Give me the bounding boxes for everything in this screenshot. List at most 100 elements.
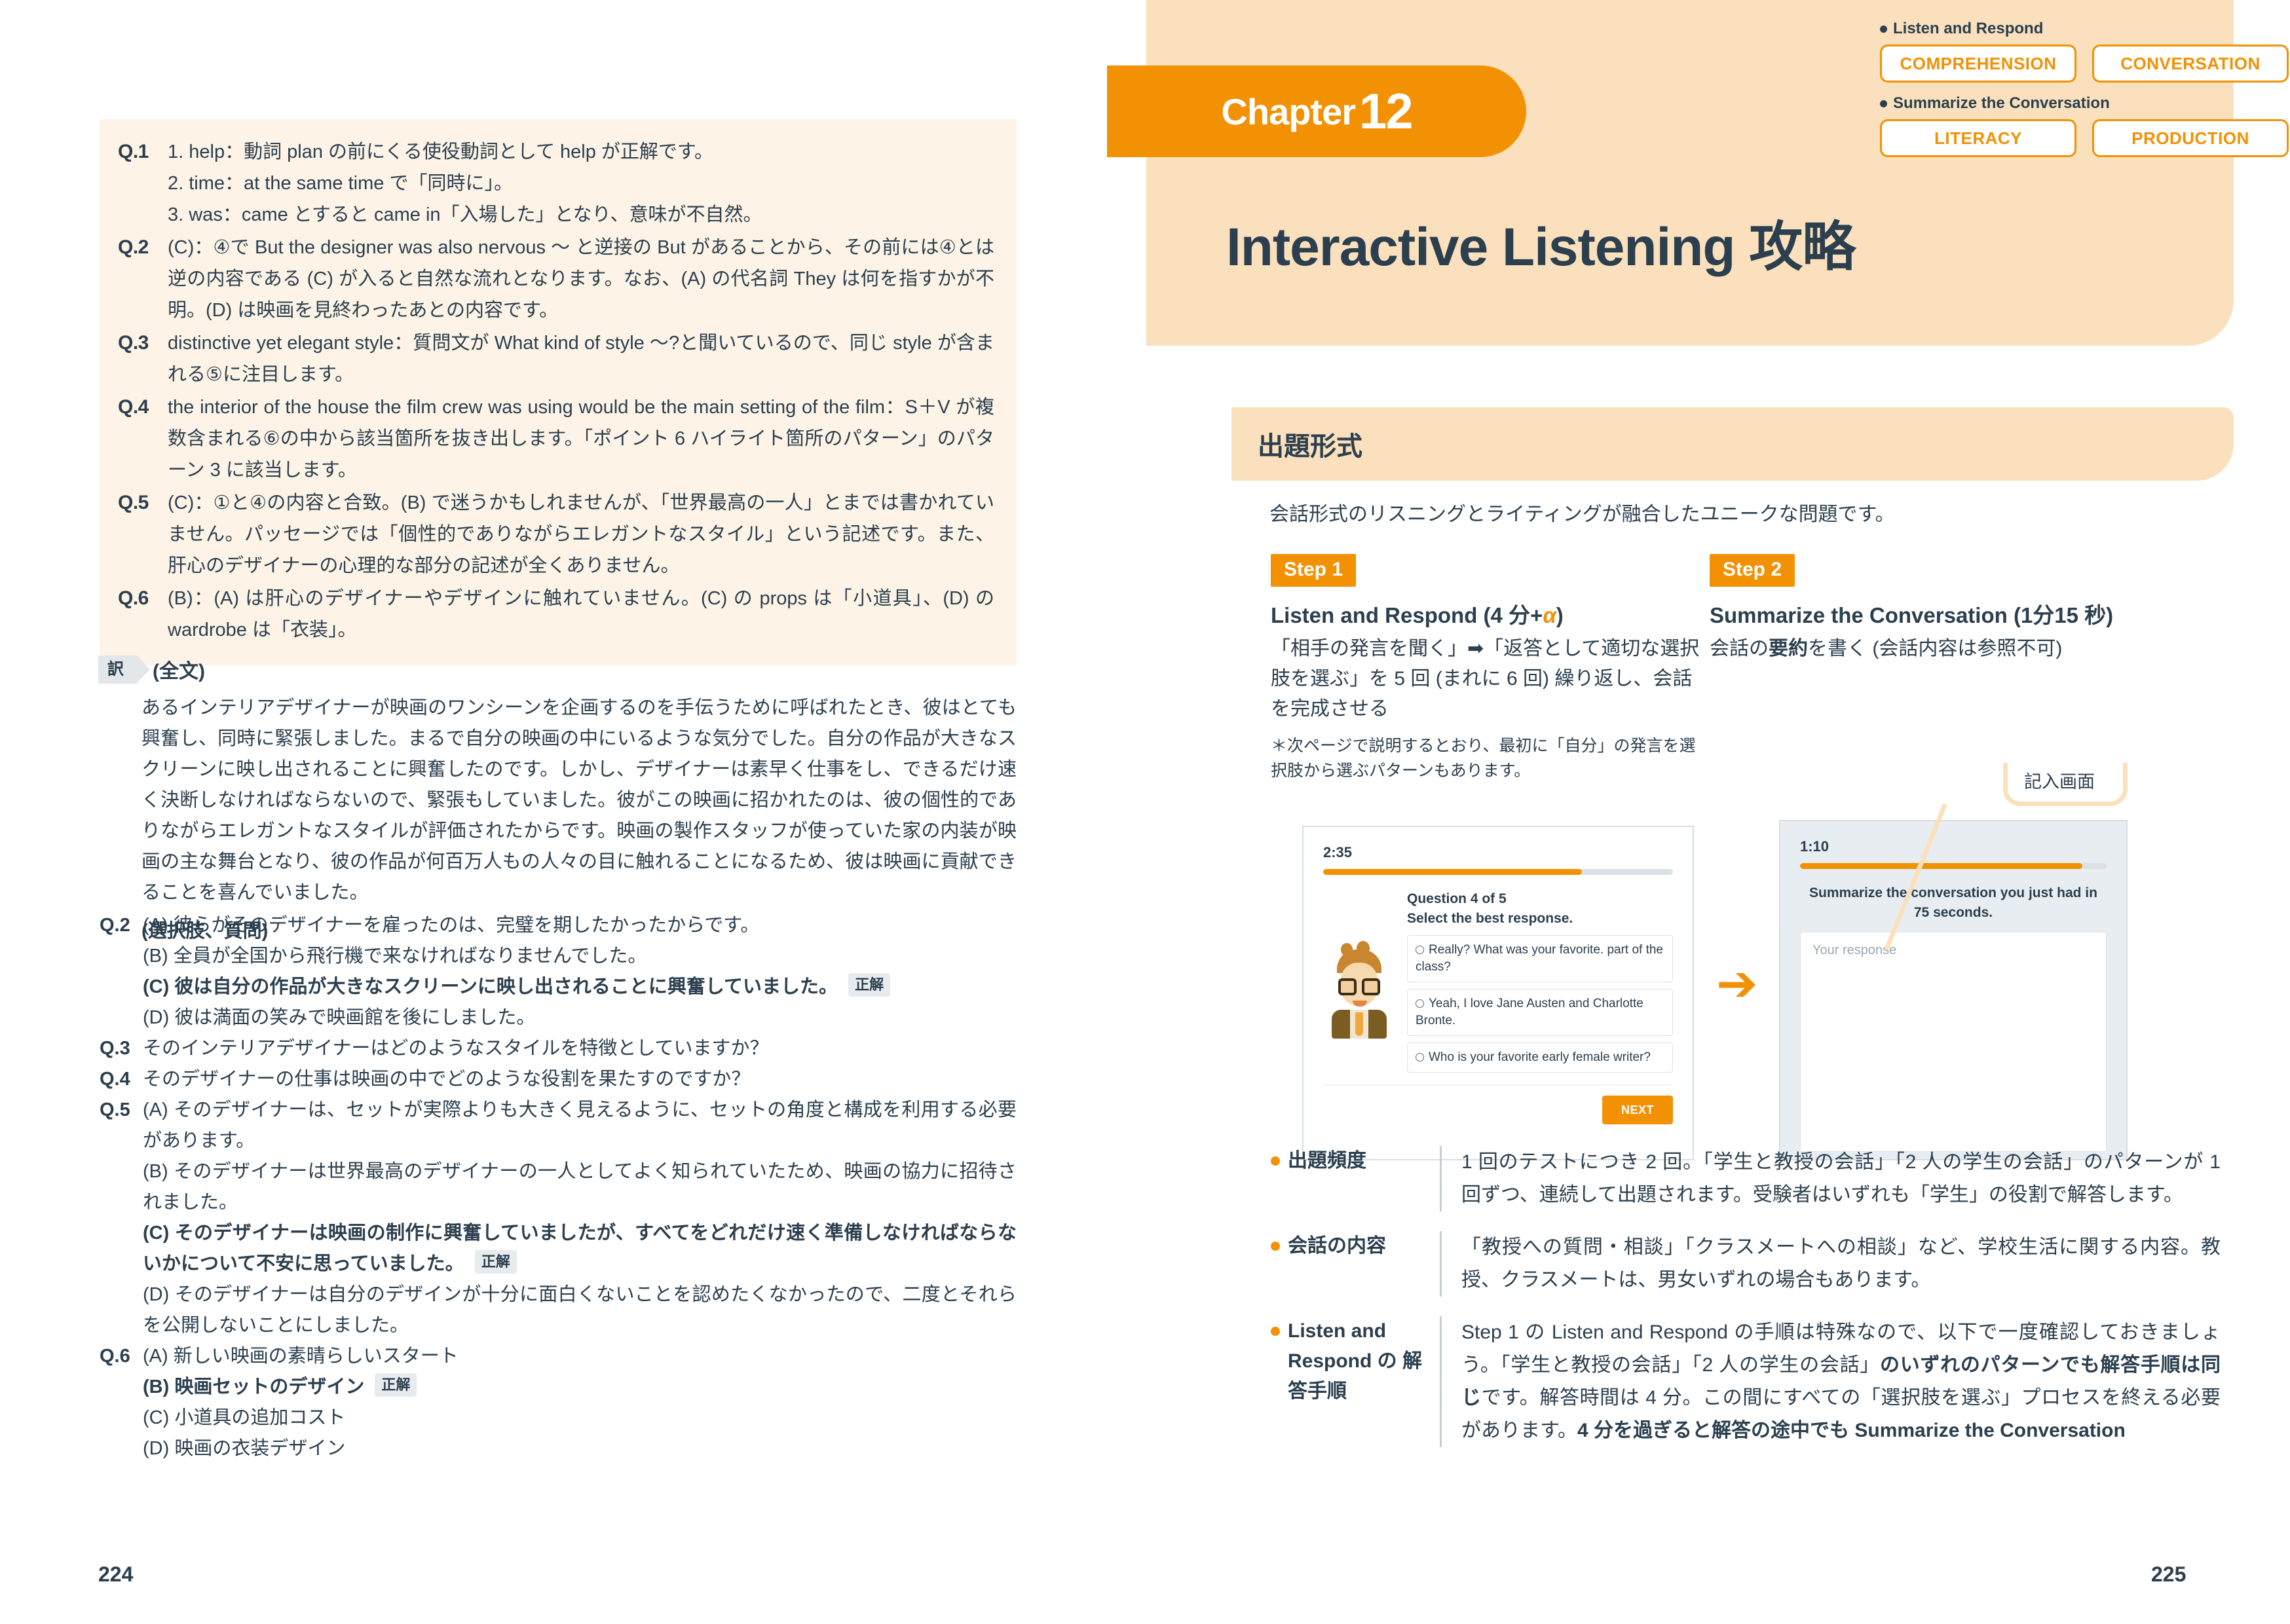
correct-badge: 正解: [474, 1250, 517, 1274]
choice-group-label: Q.6: [100, 1346, 130, 1367]
explanation-row: Q.1 1. help：動詞 plan の前にくる使役動詞として help が正…: [118, 136, 994, 231]
radio-icon[interactable]: [1416, 1053, 1424, 1061]
definition-description: Step 1 の Listen and Respond の手順は特殊なので、以下…: [1440, 1316, 2221, 1447]
skill-group-lead: Listen and Respond: [1880, 20, 2290, 38]
choice-tag: (A): [143, 1346, 168, 1367]
choice-tag: (B): [143, 1161, 168, 1182]
step-2-desc-pre: 会話の: [1710, 638, 1769, 659]
mock-right-progress-bar: [1800, 863, 2107, 869]
skill-chip-literacy: LITERACY: [1880, 119, 2076, 157]
choice-group-row: (B) そのデザイナーは世界最高のデザイナーの一人としてよく知られていたため、映…: [100, 1156, 1017, 1218]
skill-chip-production: PRODUCTION: [2092, 119, 2289, 157]
explanation-line: 1. help：動詞 plan の前にくる使役動詞として help が正解です。: [168, 141, 714, 162]
choice-text: そのデザイナーは映画の制作に興奮していましたが、すべてをどれだけ速く準備しなけれ…: [143, 1223, 1017, 1274]
skill-chip-row: LITERACY PRODUCTION: [1880, 119, 2290, 157]
choice-text: 彼は自分の作品が大きなスクリーンに映し出されることに興奮していました。: [174, 976, 838, 997]
definition-desc-bold-2: 4 分を過ぎると解答の途中でも Summarize the Conversati…: [1577, 1420, 2126, 1441]
response-textarea[interactable]: Your response: [1800, 932, 2107, 1152]
next-button[interactable]: NEXT: [1602, 1096, 1673, 1124]
choice-group-row: Q.5 (A) そのデザイナーは、セットが実際よりも大きく見えるように、セットの…: [100, 1095, 1017, 1156]
choice-text: そのデザイナーの仕事は映画の中でどのような役割を果たすのですか？: [143, 1069, 751, 1090]
step-1-note: ＊次ページで説明するとおり、最初に「自分」の発言を選択肢から選ぶパターンもありま…: [1271, 737, 1696, 780]
mock-left-question-line2: Select the best response.: [1407, 911, 1573, 926]
choice-group-row: (D) そのデザイナーは自分のデザインが十分に面白くないことを認めたくなかったの…: [100, 1280, 1017, 1341]
page-number-right: 225: [2151, 1562, 2187, 1586]
mock-option[interactable]: Really? What was your favorite. part of …: [1407, 935, 1673, 982]
explanation-text: (C)：④で But the designer was also nervous…: [168, 237, 994, 321]
definition-term-text: Listen and Respond の 解答手順: [1288, 1320, 1423, 1402]
choice-text: そのデザイナーは世界最高のデザイナーの一人としてよく知られていたため、映画の協力…: [143, 1161, 1017, 1213]
step-1-title-post: ): [1556, 603, 1564, 627]
explanation-text: (C)：①と④の内容と合致。(B) で迷うかもしれませんが、「世界最高の一人」と…: [168, 492, 994, 576]
translation-title: (全文): [153, 661, 205, 682]
step-2-desc-bold: 要約: [1769, 638, 1808, 659]
step-1-title-pre: Listen and Respond (4 分+: [1271, 603, 1543, 627]
choice-group-label: Q.2: [100, 915, 130, 936]
translation-body: あるインテリアデザイナーが映画のワンシーンを企画するのを手伝うために呼ばれたとき…: [141, 693, 1017, 947]
correct-badge: 正解: [848, 973, 891, 997]
question-label: Q.2: [118, 236, 149, 258]
mock-option[interactable]: Yeah, I love Jane Austen and Charlotte B…: [1407, 989, 1673, 1036]
explanation-box: Q.1 1. help：動詞 plan の前にくる使役動詞として help が正…: [100, 119, 1017, 665]
translation-header: 訳 (全文): [98, 655, 205, 684]
avatar-wrap: [1323, 889, 1395, 1073]
mock-option[interactable]: Who is your favorite early female writer…: [1407, 1043, 1673, 1073]
left-page: Q.1 1. help：動詞 plan の前にくる使役動詞として help が正…: [0, 0, 1114, 1624]
choice-item: (C) そのデザイナーは映画の制作に興奮していましたが、すべてをどれだけ速く準備…: [143, 1218, 1017, 1280]
flow-arrow-icon: ➔: [1716, 956, 1758, 1012]
choice-tag: (A): [143, 915, 168, 936]
definition-description: 「教授への質問・相談」「クラスメートへの相談」など、学校生活に関する内容。教授、…: [1440, 1231, 2221, 1297]
question-label: Q.6: [118, 587, 149, 609]
skill-chip-comprehension: COMPREHENSION: [1880, 45, 2076, 83]
choice-text: そのデザイナーは、セットが実際よりも大きく見えるように、セットの角度と構成を利用…: [143, 1099, 1017, 1151]
mock-left-question-line1: Question 4 of 5: [1407, 891, 1507, 906]
definition-row: Listen and Respond の 解答手順 Step 1 の Liste…: [1271, 1316, 2221, 1447]
choice-tag: (D): [143, 1007, 170, 1028]
choice-group-row: Q.6 (A) 新しい映画の素晴らしいスタート: [100, 1341, 1017, 1372]
skill-chip-conversation: CONVERSATION: [2092, 45, 2289, 83]
choice-item: (B) 映画セットのデザイン 正解: [143, 1372, 1017, 1403]
skill-matrix: Listen and Respond COMPREHENSION CONVERS…: [1880, 20, 2290, 169]
step-1-description: 「相手の発言を聞く」➡「返答として適切な選択肢を選ぶ」を 5 回 (まれに 6 …: [1271, 638, 1700, 720]
definition-table: 出題頻度 1 回のテストにつき 2 回。「学生と教授の会話」「2 人の学生の会話…: [1271, 1146, 2221, 1467]
definition-term: Listen and Respond の 解答手順: [1271, 1316, 1440, 1447]
explanation-line: 2. time：at the same time で「同時に」。: [168, 173, 513, 194]
definition-row: 会話の内容 「教授への質問・相談」「クラスメートへの相談」など、学校生活に関する…: [1271, 1231, 2221, 1297]
choice-text: 彼らがそのデザイナーを雇ったのは、完璧を期したかったからです。: [173, 915, 760, 936]
choice-tag: (A): [143, 1099, 168, 1120]
choice-tag: (B): [143, 946, 168, 967]
choice-group-row: (C) そのデザイナーは映画の制作に興奮していましたが、すべてをどれだけ速く準備…: [100, 1218, 1017, 1280]
choice-text: 新しい映画の素晴らしいスタート: [173, 1346, 459, 1367]
choice-tag: (D): [143, 1438, 170, 1459]
choice-item: (D) 彼は満面の笑みで映画館を後にしました。: [143, 1003, 1017, 1033]
choice-group-row: (B) 映画セットのデザイン 正解: [100, 1372, 1017, 1403]
question-label: Q.5: [118, 492, 149, 513]
skill-group-label: Listen and Respond: [1893, 20, 2044, 37]
translation-tag: 訳: [98, 655, 151, 684]
mock-option-text: Really? What was your favorite. part of …: [1416, 943, 1663, 974]
explanation-row: Q.2 (C)：④で But the designer was also ner…: [118, 232, 994, 326]
explanation-text: (B)：(A) は肝心のデザイナーやデザインに触れていません。(C) の pro…: [168, 588, 994, 640]
choice-item: (B) そのデザイナーは世界最高のデザイナーの一人としてよく知られていたため、映…: [143, 1156, 1017, 1218]
mock-left-content: Question 4 of 5 Select the best response…: [1323, 889, 1673, 1073]
radio-icon[interactable]: [1416, 999, 1424, 1008]
question-label: Q.4: [118, 396, 149, 418]
student-avatar-icon: [1328, 941, 1391, 1039]
page-number-left: 224: [98, 1562, 134, 1586]
callout-label: 記入画面: [2024, 772, 2095, 792]
choice-tag: (D): [143, 1284, 170, 1305]
choice-group-label: Q.4: [100, 1069, 130, 1090]
radio-icon[interactable]: [1416, 946, 1424, 954]
bullet-dot-icon: [1271, 1242, 1280, 1251]
bullet-dot-icon: [1271, 1327, 1280, 1336]
explanation-row: Q.5 (C)：①と④の内容と合致。(B) で迷うかもしれませんが、「世界最高の…: [118, 487, 994, 581]
choice-tag: (B): [143, 1376, 170, 1397]
explanation-line: 3. was：came とすると came in「入場した」となり、意味が不自然…: [168, 204, 762, 225]
mock-left-divider: [1323, 1084, 1673, 1085]
mock-option-text: Yeah, I love Jane Austen and Charlotte B…: [1416, 997, 1643, 1027]
choice-text: そのデザイナーは自分のデザインが十分に面白くないことを認めたくなかったので、二度…: [143, 1284, 1017, 1336]
choice-item: (D) 映画の衣装デザイン: [143, 1433, 1017, 1464]
question-label: Q.1: [118, 141, 149, 162]
explanation-text: 1. help：動詞 plan の前にくる使役動詞として help が正解です。…: [168, 136, 994, 231]
choice-group-row: Q.2 (A) 彼らがそのデザイナーを雇ったのは、完璧を期したかったからです。: [100, 910, 1017, 941]
